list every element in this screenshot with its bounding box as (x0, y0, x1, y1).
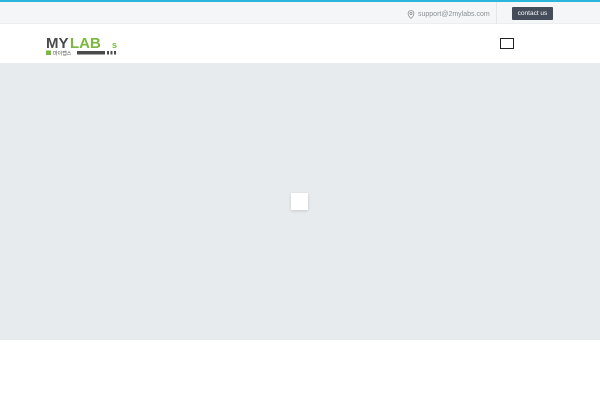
contact-us-button[interactable]: contact us (512, 7, 553, 20)
menu-toggle-icon[interactable] (500, 38, 514, 49)
logo-korean-subtitle: 마이랩스 (53, 50, 72, 57)
support-email-link[interactable]: support@2mylabs.com (407, 8, 490, 20)
loading-spinner-icon (291, 193, 308, 210)
support-email-text: support@2mylabs.com (418, 10, 490, 18)
topbar-divider (496, 2, 497, 24)
logo-bar-segment (107, 51, 109, 55)
logo-bar (77, 51, 105, 55)
hero-banner (0, 63, 600, 340)
logo-bar-segment (110, 51, 113, 55)
logo-text-s: s (112, 40, 117, 50)
logo-bar-segment (114, 51, 116, 55)
logo-text-my: MY (46, 35, 69, 52)
logo-green-square (46, 50, 51, 55)
page-blank-area (0, 340, 600, 400)
map-pin-icon (407, 9, 415, 19)
mylabs-logo[interactable]: MY LAB s 마이랩스 (46, 33, 120, 57)
top-bar: support@2mylabs.com contact us (0, 2, 600, 24)
logo-text-lab: LAB (70, 35, 101, 52)
site-header: MY LAB s 마이랩스 (0, 25, 600, 63)
